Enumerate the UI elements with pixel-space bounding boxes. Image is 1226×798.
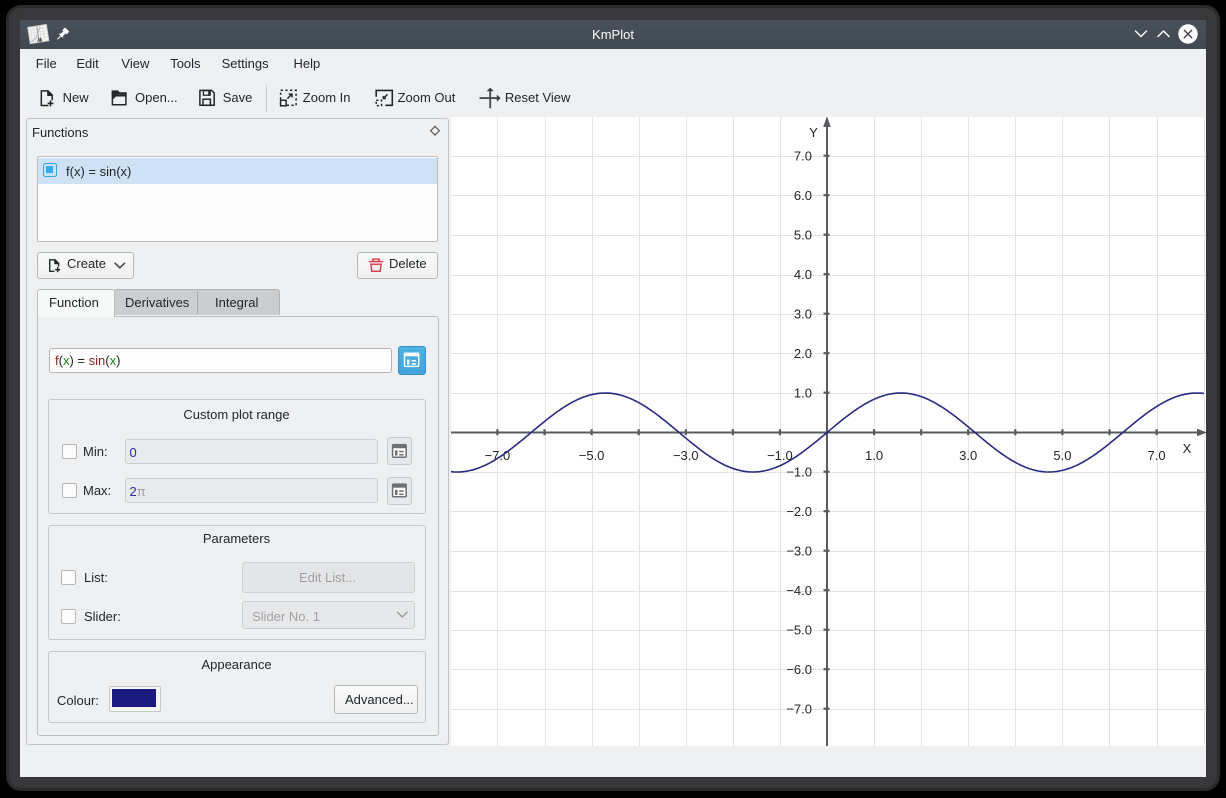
svg-text:5.0: 5.0	[1053, 448, 1071, 463]
svg-text:−7.0: −7.0	[485, 448, 511, 463]
svg-text:7.0: 7.0	[794, 149, 812, 164]
svg-text:−4.0: −4.0	[786, 583, 812, 598]
svg-text:−1.0: −1.0	[786, 465, 812, 480]
svg-text:3.0: 3.0	[959, 448, 977, 463]
svg-text:3.0: 3.0	[794, 307, 812, 322]
svg-text:−5.0: −5.0	[786, 623, 812, 638]
svg-text:5.0: 5.0	[794, 228, 812, 243]
svg-text:X: X	[1183, 441, 1192, 456]
svg-text:−3.0: −3.0	[786, 544, 812, 559]
svg-text:1.0: 1.0	[794, 386, 812, 401]
svg-text:1.0: 1.0	[865, 448, 883, 463]
svg-text:−2.0: −2.0	[786, 504, 812, 519]
svg-text:−3.0: −3.0	[673, 448, 699, 463]
svg-text:Y: Y	[809, 125, 818, 140]
svg-text:7.0: 7.0	[1148, 448, 1166, 463]
svg-text:−7.0: −7.0	[786, 702, 812, 717]
svg-text:2.0: 2.0	[794, 346, 812, 361]
svg-text:−6.0: −6.0	[786, 662, 812, 677]
svg-text:−5.0: −5.0	[579, 448, 605, 463]
svg-text:6.0: 6.0	[794, 188, 812, 203]
svg-text:4.0: 4.0	[794, 267, 812, 282]
